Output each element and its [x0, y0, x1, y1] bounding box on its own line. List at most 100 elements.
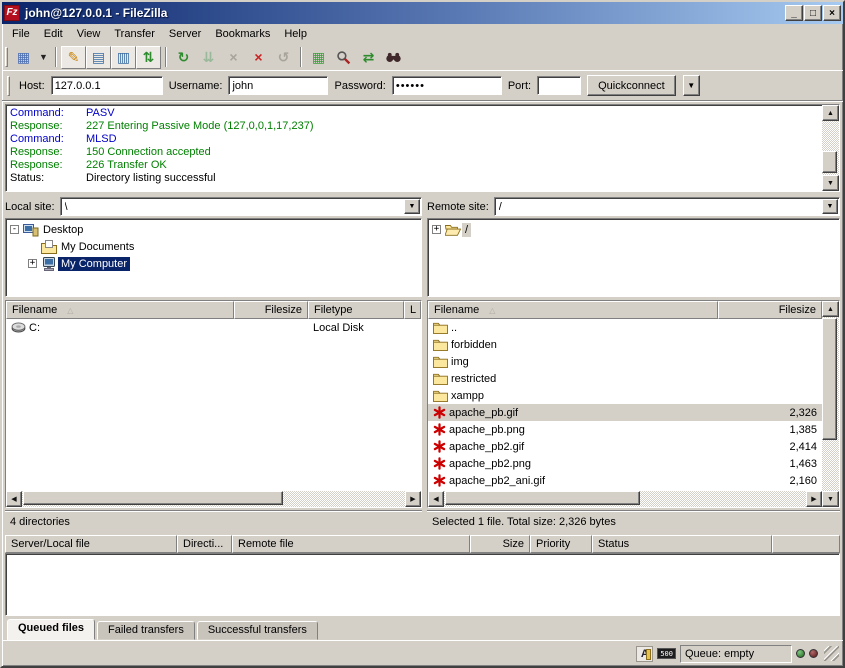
local-tree-item[interactable]: +My Computer [8, 255, 419, 272]
column-header-filename[interactable]: Filename△ [6, 301, 234, 319]
directory-comparison-button[interactable]: ▦ [306, 46, 331, 69]
column-header-size[interactable]: Size [470, 535, 530, 553]
remote-tree-item[interactable]: +/ [430, 221, 837, 238]
column-header-filename[interactable]: Filename△ [428, 301, 718, 319]
synchronized-browsing-button[interactable]: ⇄ [356, 46, 381, 69]
expand-icon[interactable]: + [28, 259, 37, 268]
remote-file-row[interactable]: img [428, 353, 822, 370]
chevron-down-icon[interactable]: ▼ [822, 199, 838, 214]
resize-grip[interactable] [824, 646, 839, 661]
remote-file-row[interactable]: apache_pb2.png1,463 [428, 455, 822, 472]
log-line: Command:MLSD [10, 133, 821, 146]
scroll-down-icon[interactable]: ▼ [822, 175, 839, 191]
chevron-down-icon[interactable]: ▼ [404, 199, 420, 214]
cancel-icon: × [229, 50, 237, 64]
quickconnect-dropdown[interactable]: ▼ [683, 75, 700, 96]
remote-file-row[interactable]: apache_pb2.gif2,414 [428, 438, 822, 455]
collapse-icon[interactable]: - [10, 225, 19, 234]
remote-file-row[interactable]: apache_pb2_ani.gif2,160 [428, 472, 822, 489]
minimize-button[interactable]: _ [785, 5, 803, 21]
host-input[interactable] [51, 76, 163, 95]
remote-file-row[interactable]: restricted [428, 370, 822, 387]
scroll-left-icon[interactable]: ◀ [6, 491, 22, 507]
scroll-down-icon[interactable]: ▼ [822, 491, 839, 507]
sort-ascending-icon: △ [67, 306, 73, 315]
quickconnect-button[interactable]: Quickconnect [587, 75, 676, 96]
local-tree-item[interactable]: My Documents [8, 238, 419, 255]
column-header-remote-file[interactable]: Remote file [232, 535, 470, 553]
speed-limit-icon[interactable]: 500 [657, 648, 676, 659]
filter-button[interactable] [381, 46, 406, 69]
menu-bookmarks[interactable]: Bookmarks [208, 26, 277, 42]
remote-file-row[interactable]: .. [428, 319, 822, 336]
disconnect-button[interactable]: × [246, 46, 271, 69]
username-input[interactable] [228, 76, 328, 95]
remote-file-row[interactable]: apache_pb.png1,385 [428, 421, 822, 438]
close-button[interactable]: × [823, 5, 841, 21]
scroll-up-icon[interactable]: ▲ [822, 105, 839, 121]
remote-file-row[interactable]: apache_pb.gif2,326 [428, 404, 822, 421]
tab-queued-files[interactable]: Queued files [7, 619, 95, 640]
log-scrollbar[interactable]: ▲ ▼ [822, 105, 839, 191]
remote-hscroll-thumb[interactable] [445, 491, 640, 505]
file-search-button[interactable] [331, 46, 356, 69]
site-manager-button[interactable]: ▦ [11, 46, 36, 69]
remote-vscrollbar[interactable]: ▲ ▼ [822, 301, 839, 507]
remote-file-row[interactable]: xampp [428, 387, 822, 404]
site-manager-dropdown-button[interactable]: ▼ [36, 46, 51, 69]
send-led-icon [809, 649, 818, 658]
tab-successful-transfers[interactable]: Successful transfers [197, 621, 318, 640]
column-header-status[interactable]: Status [592, 535, 772, 553]
menu-view[interactable]: View [70, 26, 108, 42]
quickconnect-grip[interactable] [7, 76, 10, 96]
password-input[interactable] [392, 76, 502, 95]
refresh-button[interactable]: ↻ [171, 46, 196, 69]
scroll-left-icon[interactable]: ◀ [428, 491, 444, 507]
local-file-row[interactable]: C:Local Disk [6, 319, 421, 336]
column-header-directi-[interactable]: Directi... [177, 535, 232, 553]
menu-transfer[interactable]: Transfer [107, 26, 162, 42]
column-header-filetype[interactable]: Filetype [308, 301, 404, 319]
toggle-local-tree-button[interactable]: ▤ [86, 46, 111, 69]
local-site-combo[interactable]: \ ▼ [60, 197, 422, 216]
log-scroll-thumb[interactable] [822, 151, 837, 173]
column-header-priority[interactable]: Priority [530, 535, 592, 553]
remote-hscrollbar[interactable]: ◀ ▶ [428, 491, 822, 507]
transfer-type-icon[interactable]: A [636, 646, 653, 662]
menu-help[interactable]: Help [277, 26, 314, 42]
toggle-remote-tree-button[interactable]: ▥ [111, 46, 136, 69]
column-header-server-local-file[interactable]: Server/Local file [5, 535, 177, 553]
remote-list-header: Filename△Filesize [428, 301, 822, 319]
expand-icon[interactable]: + [432, 225, 441, 234]
tree-item-label: Desktop [40, 223, 86, 237]
column-header-blank[interactable] [772, 535, 840, 553]
remote-file-row[interactable]: forbidden [428, 336, 822, 353]
file-name: img [451, 356, 469, 368]
toolbar-grip[interactable] [5, 47, 8, 67]
column-header-l[interactable]: L [404, 301, 421, 319]
reconnect-button[interactable]: ↺ [271, 46, 296, 69]
toggle-message-log-button[interactable]: ✎ [61, 46, 86, 69]
process-queue-button[interactable]: ⇊ [196, 46, 221, 69]
remote-vscroll-thumb[interactable] [822, 318, 837, 440]
cancel-button[interactable]: × [221, 46, 246, 69]
tab-failed-transfers[interactable]: Failed transfers [97, 621, 195, 640]
toggle-remote-tree-icon: ▥ [117, 50, 130, 64]
local-tree-item[interactable]: - Desktop [8, 221, 419, 238]
port-input[interactable] [537, 76, 581, 95]
menu-server[interactable]: Server [162, 26, 208, 42]
local-hscrollbar[interactable]: ◀ ▶ [6, 491, 421, 507]
column-header-filesize[interactable]: Filesize [718, 301, 822, 319]
toggle-local-tree-icon: ▤ [92, 50, 105, 64]
local-hscroll-thumb[interactable] [23, 491, 283, 505]
maximize-button[interactable]: □ [804, 5, 822, 21]
remote-site-combo[interactable]: / ▼ [494, 197, 840, 216]
scroll-right-icon[interactable]: ▶ [806, 491, 822, 507]
scroll-right-icon[interactable]: ▶ [405, 491, 421, 507]
scroll-up-icon[interactable]: ▲ [822, 301, 839, 317]
menu-file[interactable]: File [5, 26, 37, 42]
menu-edit[interactable]: Edit [37, 26, 70, 42]
toggle-queue-button[interactable]: ⇅ [136, 46, 161, 69]
log-line-text: 226 Transfer OK [86, 159, 167, 172]
column-header-filesize[interactable]: Filesize [234, 301, 308, 319]
